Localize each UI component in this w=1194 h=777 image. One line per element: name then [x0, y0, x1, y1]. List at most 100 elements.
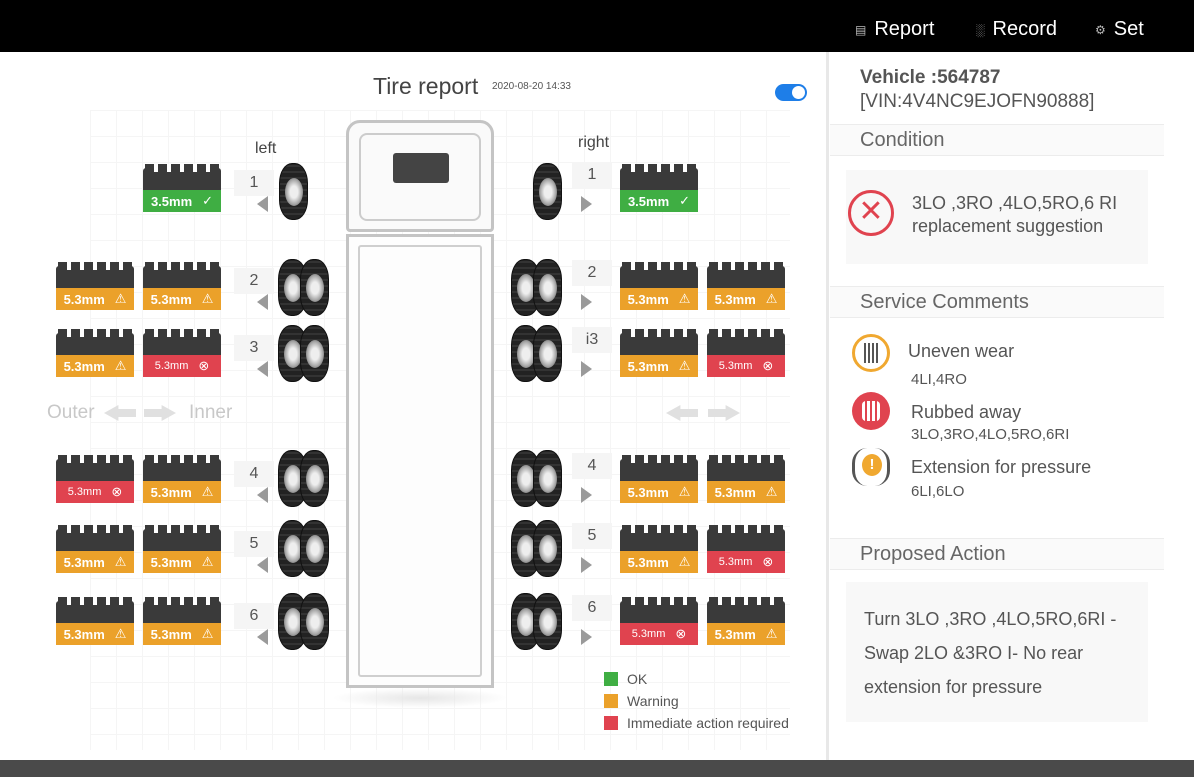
- vehicle-vin: [VIN:4V4NC9EJOFN90888]: [860, 91, 1095, 112]
- warning-icon: ⚠: [765, 484, 778, 499]
- tread-band: 5.3mm ⚠: [620, 288, 698, 310]
- x-circle-icon: ✕: [848, 190, 894, 236]
- legend-critical: Immediate action required: [604, 712, 789, 734]
- arrow-left-icon: [257, 557, 268, 573]
- tread-depth-value: 5.3mm: [714, 484, 756, 500]
- panel-divider: [826, 52, 829, 760]
- condition-heading: Condition: [860, 129, 945, 151]
- tire-icon[interactable]: [533, 163, 562, 220]
- tread-badge-warn[interactable]: 5.3mm ⚠: [143, 597, 221, 647]
- inner-label: Inner: [189, 402, 233, 423]
- tire-icon[interactable]: [533, 450, 562, 507]
- tire-icon[interactable]: [533, 593, 562, 650]
- tire-icon[interactable]: [300, 259, 329, 316]
- tread-badge-warn[interactable]: 5.3mm ⚠: [56, 525, 134, 575]
- nav-record[interactable]: ░ Record: [976, 18, 1057, 41]
- tire-icon[interactable]: [279, 163, 308, 220]
- tread-badge-crit[interactable]: 5.3mm ⊗: [707, 329, 785, 379]
- tread-band: 5.3mm ⚠: [620, 551, 698, 573]
- tread-band: 3.5mm ✓: [143, 190, 221, 212]
- tread-badge-crit[interactable]: 5.3mm ⊗: [56, 455, 134, 505]
- tread-badge-crit[interactable]: 5.3mm ⊗: [143, 329, 221, 379]
- tread-badge-ok[interactable]: 3.5mm ✓: [620, 164, 698, 214]
- tread-depth-value: 3.5mm: [627, 193, 670, 209]
- tire-icon[interactable]: [300, 520, 329, 577]
- ok-swatch: [604, 672, 618, 686]
- axle-number-right: i3: [572, 327, 612, 353]
- tread-band: 5.3mm ⚠: [620, 481, 698, 503]
- service-title-3: Extension for pressure: [911, 457, 1092, 477]
- service-sub-2: 3LO,3RO,4LO,5RO,6RI: [911, 426, 1070, 443]
- pressure-warning-icon: !: [852, 448, 890, 486]
- legend-warning: Warning: [604, 690, 789, 712]
- nav-report-label: Report: [874, 18, 935, 40]
- nav-report[interactable]: ▤ Report: [855, 18, 934, 41]
- tread-band: 5.3mm ⊗: [707, 355, 785, 377]
- arrow-left-icon: [257, 487, 268, 503]
- arrow-right-icon: [581, 361, 592, 377]
- tire-icon[interactable]: [300, 450, 329, 507]
- proposed-line: Turn 3LO ,3RO ,4LO,5RO,6RI -: [864, 609, 1117, 629]
- tread-badge-warn[interactable]: 5.3mm ⚠: [56, 329, 134, 379]
- vehicle-info: Vehicle :564787 [VIN:4V4NC9EJOFN90888]: [860, 66, 1094, 114]
- tread-badge-warn[interactable]: 5.3mm ⚠: [620, 262, 698, 312]
- tire-icon[interactable]: [300, 325, 329, 382]
- tread-badge-warn[interactable]: 5.3mm ⚠: [620, 329, 698, 379]
- tread-badge-warn[interactable]: 5.3mm ⚠: [620, 525, 698, 575]
- tread-badge-warn[interactable]: 5.3mm ⚠: [620, 455, 698, 505]
- tread-band: 5.3mm ⚠: [707, 623, 785, 645]
- tread-badge-warn[interactable]: 5.3mm ⚠: [143, 455, 221, 505]
- tread-band: 5.3mm ⚠: [143, 623, 221, 645]
- axle-number-right: 5: [572, 523, 612, 549]
- tread-badge-warn[interactable]: 5.3mm ⚠: [143, 262, 221, 312]
- service-heading: Service Comments: [860, 291, 1029, 313]
- warning-icon: ⚠: [114, 626, 127, 641]
- nav-set[interactable]: ⚙ Set: [1095, 18, 1144, 41]
- nav-record-label: Record: [992, 18, 1057, 40]
- tread-badge-warn[interactable]: 5.3mm ⚠: [56, 262, 134, 312]
- tire-icon[interactable]: [533, 520, 562, 577]
- tread-depth-value: 5.3mm: [150, 484, 192, 500]
- tread-badge-warn[interactable]: 5.3mm ⚠: [143, 525, 221, 575]
- tread-badge-warn[interactable]: 5.3mm ⚠: [707, 262, 785, 312]
- warning-icon: ⚠: [114, 554, 127, 569]
- service-title-2: Rubbed away: [911, 402, 1022, 422]
- condition-header: Condition: [830, 124, 1164, 156]
- tread-depth-value: 5.3mm: [718, 556, 753, 568]
- tread-badge-ok[interactable]: 3.5mm ✓: [143, 164, 221, 214]
- tread-depth-value: 5.3mm: [150, 626, 192, 642]
- condition-text: 3LO ,3RO ,4LO,5RO,6 RI replacement sugge…: [912, 193, 1118, 236]
- gear-icon: ⚙: [1095, 22, 1106, 37]
- uneven-wear-icon: [852, 334, 890, 372]
- tread-depth-value: 5.3mm: [627, 358, 669, 374]
- tire-icon[interactable]: [533, 325, 562, 382]
- tread-lines: [864, 343, 878, 363]
- view-toggle[interactable]: [775, 84, 807, 101]
- critical-swatch: [604, 716, 618, 730]
- tire-icon[interactable]: [533, 259, 562, 316]
- cab-display: [393, 153, 449, 183]
- tread-depth-value: 3.5mm: [150, 193, 193, 209]
- tread-badge-crit[interactable]: 5.3mm ⊗: [620, 597, 698, 647]
- arrow-right-icon: [581, 294, 592, 310]
- legend-critical-label: Immediate action required: [627, 715, 789, 731]
- legend-ok-label: OK: [627, 671, 648, 687]
- tread-band: 5.3mm ⚠: [56, 623, 134, 645]
- tread-depth-value: 5.3mm: [627, 484, 669, 500]
- axle-number-right: 1: [572, 162, 612, 188]
- tread-badge-warn[interactable]: 5.3mm ⚠: [707, 597, 785, 647]
- tread-badge-crit[interactable]: 5.3mm ⊗: [707, 525, 785, 575]
- tread-depth-value: 5.3mm: [631, 628, 666, 640]
- warning-icon: ⚠: [678, 358, 691, 373]
- service-title-1: Uneven wear: [908, 341, 1015, 361]
- axle-number-left: 1: [234, 170, 274, 196]
- tire-icon[interactable]: [300, 593, 329, 650]
- tread-depth-value: 5.3mm: [154, 360, 189, 372]
- tread-band: 5.3mm ⚠: [56, 288, 134, 310]
- truck-trailer: [346, 234, 494, 688]
- tread-badge-warn[interactable]: 5.3mm ⚠: [56, 597, 134, 647]
- proposed-heading: Proposed Action: [860, 543, 1006, 565]
- tread-badge-warn[interactable]: 5.3mm ⚠: [707, 455, 785, 505]
- proposed-line: extension for pressure: [864, 677, 1043, 697]
- proposed-text: Turn 3LO ,3RO ,4LO,5RO,6RI - Swap 2LO &3…: [864, 602, 1154, 704]
